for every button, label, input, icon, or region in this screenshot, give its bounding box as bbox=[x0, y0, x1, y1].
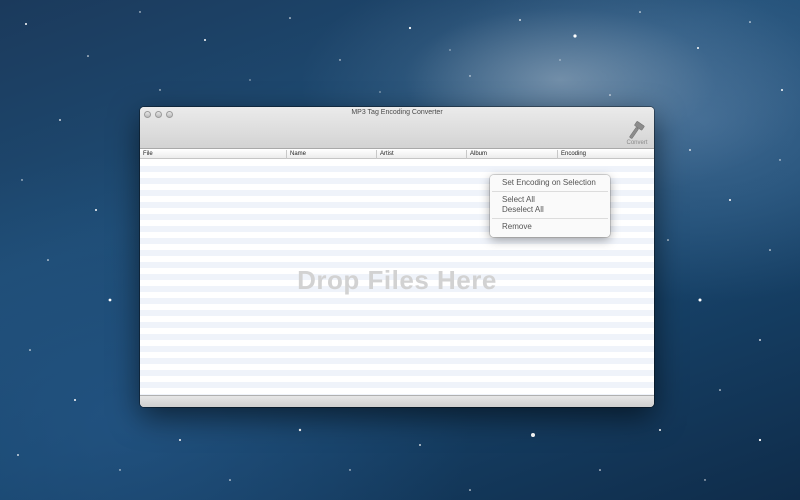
app-window: MP3 Tag Encoding Converter Convert File … bbox=[140, 107, 654, 407]
column-header-name[interactable]: Name bbox=[287, 150, 377, 159]
window-title: MP3 Tag Encoding Converter bbox=[351, 109, 443, 116]
menu-separator bbox=[492, 191, 608, 192]
menu-separator bbox=[492, 218, 608, 219]
column-header-artist[interactable]: Artist bbox=[377, 150, 467, 159]
column-header-file[interactable]: File bbox=[140, 150, 287, 159]
drop-files-placeholder: Drop Files Here bbox=[297, 265, 497, 295]
menu-item-remove[interactable]: Remove bbox=[502, 222, 532, 231]
table-header: File Name Artist Album Encoding bbox=[140, 150, 654, 159]
menu-item-select-all[interactable]: Select All bbox=[502, 195, 535, 204]
window-titlebar: MP3 Tag Encoding Converter Convert bbox=[140, 107, 654, 149]
convert-label: Convert bbox=[626, 140, 648, 146]
convert-button[interactable]: Convert bbox=[622, 121, 652, 147]
column-header-album[interactable]: Album bbox=[467, 150, 558, 159]
context-menu: Set Encoding on Selection Select All Des… bbox=[490, 175, 610, 237]
window-bottom-bar bbox=[140, 395, 654, 407]
menu-item-deselect-all[interactable]: Deselect All bbox=[502, 205, 544, 214]
menu-item-set-encoding[interactable]: Set Encoding on Selection bbox=[502, 178, 596, 187]
hammer-icon bbox=[629, 121, 645, 139]
column-header-encoding[interactable]: Encoding bbox=[558, 150, 654, 159]
